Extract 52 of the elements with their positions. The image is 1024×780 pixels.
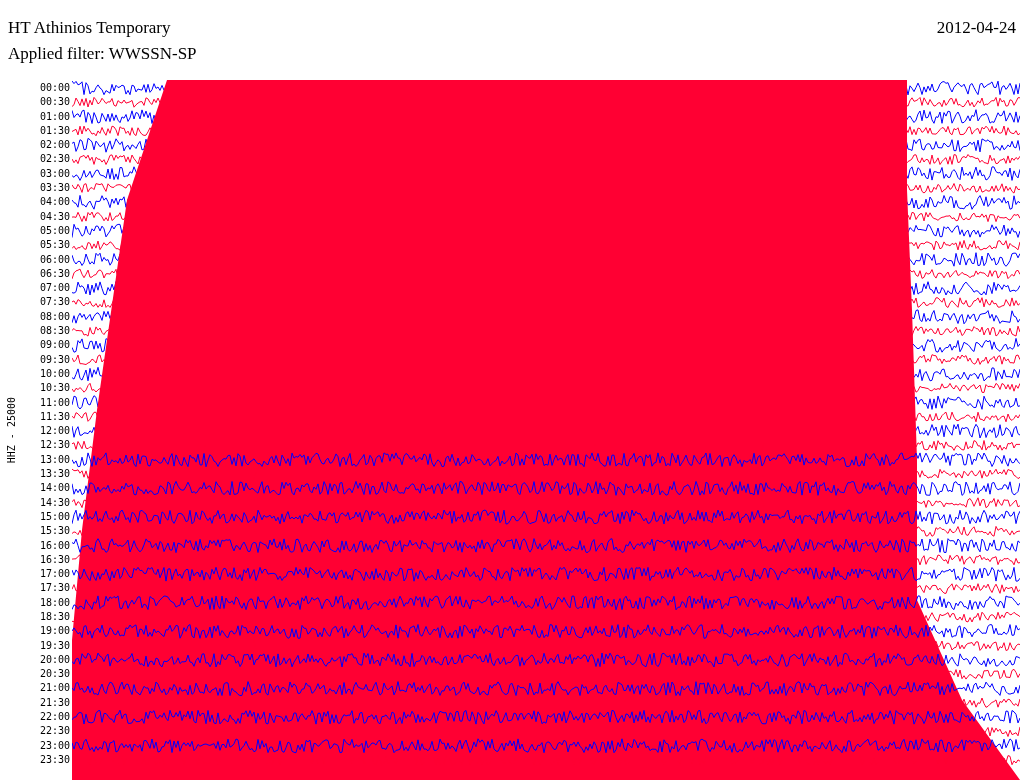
- time-label: 13:00: [39, 452, 70, 467]
- time-label: 00:00: [39, 81, 70, 95]
- time-label: 11:00: [39, 395, 70, 410]
- time-label: 12:00: [39, 424, 70, 439]
- time-label: 12:30: [39, 438, 70, 453]
- time-label: 14:00: [39, 481, 70, 496]
- time-label: 00:30: [39, 95, 70, 110]
- time-label: 18:00: [39, 595, 70, 610]
- time-label: 02:00: [39, 138, 70, 153]
- time-label: 15:30: [39, 524, 70, 539]
- time-label: 07:30: [39, 295, 70, 310]
- time-label: 13:30: [39, 467, 70, 481]
- time-label: 16:30: [39, 552, 70, 567]
- time-label: 01:30: [39, 123, 70, 138]
- time-label: 06:00: [39, 252, 70, 267]
- time-label: 01:00: [39, 109, 70, 124]
- time-label: 05:00: [39, 223, 70, 238]
- time-label: 02:30: [39, 152, 70, 167]
- time-label: 21:30: [39, 695, 70, 710]
- station-title: HT Athinios Temporary: [8, 18, 171, 38]
- time-label: 15:00: [39, 509, 70, 524]
- time-label: 09:00: [39, 338, 70, 353]
- time-label: 21:00: [39, 681, 70, 696]
- time-label: 23:00: [39, 738, 70, 753]
- time-label: 23:30: [39, 752, 70, 767]
- time-label: 17:00: [39, 567, 70, 582]
- time-label: 10:30: [39, 381, 70, 396]
- date-label: 2012-04-24: [936, 18, 1016, 38]
- time-label: 20:30: [39, 667, 70, 682]
- time-label: 14:30: [39, 495, 70, 510]
- time-label: 09:30: [39, 352, 70, 367]
- time-label: 06:30: [39, 266, 70, 281]
- time-label: 18:30: [39, 610, 70, 624]
- time-label: 05:30: [39, 238, 70, 253]
- time-label: 04:00: [39, 195, 70, 210]
- time-label: 22:30: [39, 724, 70, 739]
- time-label: 10:00: [39, 366, 70, 381]
- time-label: 08:00: [39, 309, 70, 324]
- time-label: 22:00: [39, 710, 70, 725]
- time-label: 03:00: [39, 166, 70, 181]
- time-label: 19:30: [39, 638, 70, 653]
- time-label: 17:30: [39, 581, 70, 596]
- time-label: 07:00: [39, 281, 70, 296]
- channel-label: HHZ - 25000: [5, 396, 17, 464]
- time-label: 16:00: [39, 538, 70, 553]
- time-label: 03:30: [39, 181, 70, 196]
- time-label: 11:30: [39, 409, 70, 424]
- time-label: 04:30: [39, 209, 70, 224]
- filter-label: Applied filter: WWSSN-SP: [8, 44, 197, 64]
- time-label: 19:00: [39, 624, 70, 639]
- time-label: 08:30: [39, 324, 70, 339]
- time-label: 20:00: [39, 652, 70, 667]
